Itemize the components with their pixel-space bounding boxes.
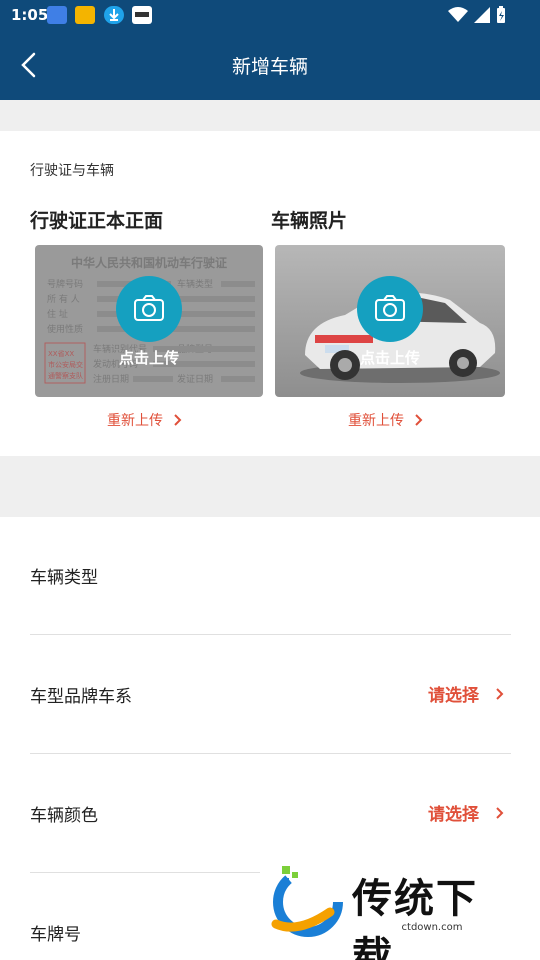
license-heading: 中华人民共和国机动车行驶证	[71, 255, 227, 270]
divider	[30, 872, 260, 873]
download-icon	[104, 6, 124, 24]
chevron-right-icon	[496, 806, 504, 819]
camera-button[interactable]	[357, 276, 423, 342]
reupload-label: 重新上传	[348, 413, 404, 429]
upload-label: 点击上传	[118, 349, 179, 367]
select-placeholder: 请选择	[428, 681, 505, 706]
select-placeholder: 请选择	[428, 800, 505, 825]
chevron-right-icon	[496, 687, 504, 700]
license-field: 车辆类型	[177, 278, 213, 290]
license-upload-area[interactable]: 中华人民共和国机动车行驶证 号牌号码 所 有 人 住 址 使用性质 车辆识别代号…	[35, 245, 263, 397]
license-field: 住 址	[47, 308, 68, 320]
license-field: 使用性质	[47, 323, 83, 335]
row-label: 车辆类型	[30, 568, 98, 588]
row-label: 车辆颜色	[30, 806, 98, 826]
divider	[30, 753, 511, 754]
signal-icon	[474, 7, 490, 23]
reupload-label: 重新上传	[107, 413, 163, 429]
row-label: 车型品牌车系	[30, 687, 132, 707]
license-stamp-text: 通警察支队	[48, 371, 83, 380]
section-label: 行驶证与车辆	[30, 163, 114, 179]
vehicle-reupload-link[interactable]: 重新上传	[348, 410, 424, 430]
select-value: 请选择	[428, 686, 479, 706]
chevron-right-icon	[415, 414, 423, 426]
camera-icon	[134, 295, 164, 321]
camera-button[interactable]	[116, 276, 182, 342]
battery-icon	[497, 6, 505, 23]
watermark-url: ctdown.com	[401, 922, 463, 933]
status-bar: 1:05	[0, 0, 540, 30]
license-field: 发证日期	[177, 373, 213, 385]
notification-app-icon	[132, 6, 152, 24]
divider	[30, 634, 511, 635]
watermark-logo-icon	[271, 866, 343, 937]
notification-app-icon	[75, 6, 95, 24]
watermark-title: 传统下载	[352, 876, 478, 960]
camera-icon	[375, 295, 405, 321]
vehicle-type-row[interactable]: 车辆类型	[30, 517, 511, 635]
upload-label: 点击上传	[359, 349, 420, 367]
vehicle-photo-title: 车辆照片	[271, 210, 348, 232]
brand-model-row[interactable]: 车型品牌车系 请选择	[30, 636, 511, 754]
app-bar: 新增车辆	[0, 30, 540, 100]
page-title: 新增车辆	[231, 56, 308, 78]
license-reupload-link[interactable]: 重新上传	[107, 410, 183, 430]
wifi-icon	[448, 7, 468, 22]
chevron-right-icon	[174, 414, 182, 426]
select-value: 请选择	[428, 805, 479, 825]
notification-app-icon	[47, 6, 67, 24]
license-field: 注册日期	[93, 373, 129, 385]
watermark: 传统下载 ctdown.com	[268, 862, 518, 960]
vehicle-photo-upload-area[interactable]: 点击上传	[275, 245, 505, 397]
license-field: 号牌号码	[47, 278, 83, 290]
license-title: 行驶证正本正面	[30, 210, 164, 232]
license-upload-card: 行驶证与车辆 行驶证正本正面 车辆照片 中华人民共和国机动车行驶证 号牌号码 所…	[0, 131, 540, 456]
status-time: 1:05	[11, 6, 49, 24]
license-field: 所 有 人	[47, 293, 80, 305]
row-label: 车牌号	[30, 925, 81, 945]
vehicle-color-row[interactable]: 车辆颜色 请选择	[30, 755, 511, 873]
status-icons	[448, 6, 506, 24]
